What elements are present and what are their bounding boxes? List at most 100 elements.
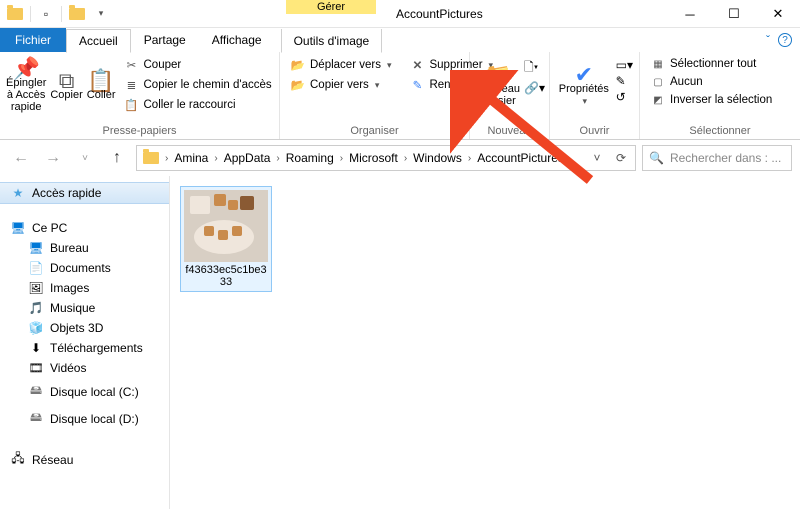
sidebar-item-this-pc[interactable]: 🖥Ce PC — [0, 218, 169, 238]
copy-button[interactable]: ⧉ Copier — [50, 56, 82, 120]
sidebar-item-music[interactable]: 🎵Musique — [0, 298, 169, 318]
invert-icon: ◩ — [650, 95, 666, 106]
file-name: f43633ec5c1be333 — [184, 264, 268, 288]
sidebar-item-quick-access[interactable]: ★Accès rapide — [0, 182, 169, 204]
qat-folder-icon[interactable] — [66, 3, 88, 25]
pin-label: Épingler à Accès rapide — [6, 77, 46, 113]
breadcrumb[interactable]: Microsoft — [345, 151, 402, 165]
paste-icon: 📋 — [87, 75, 114, 87]
music-icon: 🎵 — [28, 301, 44, 315]
select-all-icon: ▦ — [650, 59, 666, 70]
sidebar-item-images[interactable]: 🖼Images — [0, 278, 169, 298]
open-icon[interactable]: ▭▾ — [616, 58, 633, 72]
breadcrumb[interactable]: Amina — [170, 151, 212, 165]
tab-image-tools[interactable]: Outils d'image — [281, 29, 383, 53]
select-all-button[interactable]: ▦Sélectionner tout — [646, 56, 776, 72]
tab-share[interactable]: Partage — [131, 28, 199, 52]
maximize-button[interactable]: ☐ — [712, 0, 756, 28]
breadcrumb-root-icon[interactable] — [139, 152, 163, 164]
move-to-button[interactable]: 📂Déplacer vers▾ — [286, 56, 395, 74]
copy-to-button[interactable]: 📂Copier vers▾ — [286, 76, 395, 94]
breadcrumb[interactable]: AppData — [220, 151, 275, 165]
new-item-icon[interactable]: 🗋▾ — [524, 58, 545, 79]
pin-quick-access-button[interactable]: 📌 Épingler à Accès rapide — [6, 56, 46, 120]
file-thumbnail[interactable]: f43633ec5c1be333 — [180, 186, 272, 292]
images-icon: 🖼 — [28, 281, 44, 295]
sidebar-item-network[interactable]: 🖧Réseau — [0, 446, 169, 473]
tab-home[interactable]: Accueil — [66, 29, 131, 53]
separator — [61, 6, 62, 22]
properties-button[interactable]: ✔ Propriétés ▾ — [556, 56, 612, 120]
chevron-right-icon[interactable]: › — [338, 153, 345, 164]
sidebar-item-drive-c[interactable]: 🖴Disque local (C:) — [0, 378, 169, 405]
forward-button[interactable]: → — [40, 145, 66, 171]
rename-icon: ✎ — [409, 78, 425, 92]
chevron-right-icon[interactable]: › — [163, 153, 170, 164]
sidebar-item-desktop[interactable]: 🖥Bureau — [0, 238, 169, 258]
select-none-button[interactable]: ▢Aucun — [646, 74, 776, 90]
network-icon: 🖧 — [10, 449, 26, 470]
documents-icon: 📄 — [28, 261, 44, 275]
copy-path-button[interactable]: ≣Copier le chemin d'accès — [120, 76, 276, 94]
chevron-down-icon: ▾ — [375, 80, 380, 91]
minimize-button[interactable]: ─ — [668, 0, 712, 28]
recent-dropdown[interactable]: ˅ — [72, 145, 98, 171]
search-icon: 🔍 — [649, 151, 664, 165]
breadcrumb[interactable]: Roaming — [282, 151, 338, 165]
drive-icon: 🖴 — [28, 408, 44, 429]
new-folder-button[interactable]: 📁 Nouveau dossier — [476, 56, 520, 120]
tab-view[interactable]: Affichage — [199, 28, 275, 52]
close-button[interactable]: ✕ — [756, 0, 800, 28]
chevron-down-icon: ▾ — [387, 60, 392, 71]
address-bar[interactable]: › Amina› AppData› Roaming› Microsoft› Wi… — [136, 145, 636, 171]
breadcrumb[interactable]: AccountPictures — [473, 151, 568, 165]
help-icon[interactable]: ? — [778, 33, 792, 47]
select-none-icon: ▢ — [650, 77, 666, 88]
folder-app-icon — [4, 3, 26, 25]
chevron-down-icon: ▾ — [583, 95, 588, 107]
history-icon[interactable]: ↺ — [616, 90, 633, 104]
easy-access-icon[interactable]: 🔗▾ — [524, 81, 545, 95]
copy-label: Copier — [50, 89, 82, 101]
sidebar-item-objects-3d[interactable]: 🧊Objets 3D — [0, 318, 169, 338]
paste-shortcut-button[interactable]: 📋Coller le raccourci — [120, 96, 276, 114]
history-dropdown-icon[interactable]: ˅ — [585, 146, 609, 170]
navigation-pane: ★Accès rapide 🖥Ce PC 🖥Bureau 📄Documents … — [0, 176, 170, 509]
paste-button[interactable]: 📋 Coller — [87, 56, 116, 120]
star-icon: ★ — [10, 186, 26, 200]
chevron-right-icon[interactable]: › — [402, 153, 409, 164]
qat-properties-icon[interactable]: ▫ — [35, 3, 57, 25]
paste-label: Coller — [87, 89, 116, 101]
edit-icon[interactable]: ✎ — [616, 74, 633, 88]
objects3d-icon: 🧊 — [28, 321, 44, 335]
sidebar-item-documents[interactable]: 📄Documents — [0, 258, 169, 278]
pin-icon: 📌 — [12, 63, 39, 75]
sidebar-item-videos[interactable]: 🎞Vidéos — [0, 358, 169, 378]
downloads-icon: ⬇ — [28, 341, 44, 355]
sidebar-item-drive-d[interactable]: 🖴Disque local (D:) — [0, 405, 169, 432]
new-folder-icon: 📁 — [484, 69, 511, 81]
sidebar-item-downloads[interactable]: ⬇Téléchargements — [0, 338, 169, 358]
ribbon-collapse-icon[interactable]: ˇ — [766, 33, 770, 47]
monitor-icon: 🖥 — [10, 221, 26, 235]
cut-button[interactable]: ✂Couper — [120, 56, 276, 74]
breadcrumb[interactable]: Windows — [409, 151, 466, 165]
chevron-right-icon[interactable]: › — [466, 153, 473, 164]
chevron-right-icon[interactable]: › — [212, 153, 219, 164]
copy-icon: ⧉ — [59, 75, 75, 87]
copy-path-icon: ≣ — [124, 78, 140, 92]
chevron-right-icon[interactable]: › — [274, 153, 281, 164]
select-group-label: Sélectionner — [640, 125, 800, 139]
window-title: AccountPictures — [396, 0, 483, 27]
refresh-button[interactable]: ⟳ — [609, 146, 633, 170]
back-button[interactable]: ← — [8, 145, 34, 171]
thumbnail-image — [184, 190, 268, 262]
tab-file[interactable]: Fichier — [0, 28, 66, 52]
file-list[interactable]: f43633ec5c1be333 — [170, 176, 800, 509]
search-placeholder: Rechercher dans : ... — [670, 151, 781, 165]
desktop-icon: 🖥 — [28, 241, 44, 255]
up-button[interactable]: ↑ — [104, 145, 130, 171]
qat-dropdown-icon[interactable]: ▾ — [90, 3, 112, 25]
invert-selection-button[interactable]: ◩Inverser la sélection — [646, 92, 776, 108]
search-input[interactable]: 🔍 Rechercher dans : ... — [642, 145, 792, 171]
